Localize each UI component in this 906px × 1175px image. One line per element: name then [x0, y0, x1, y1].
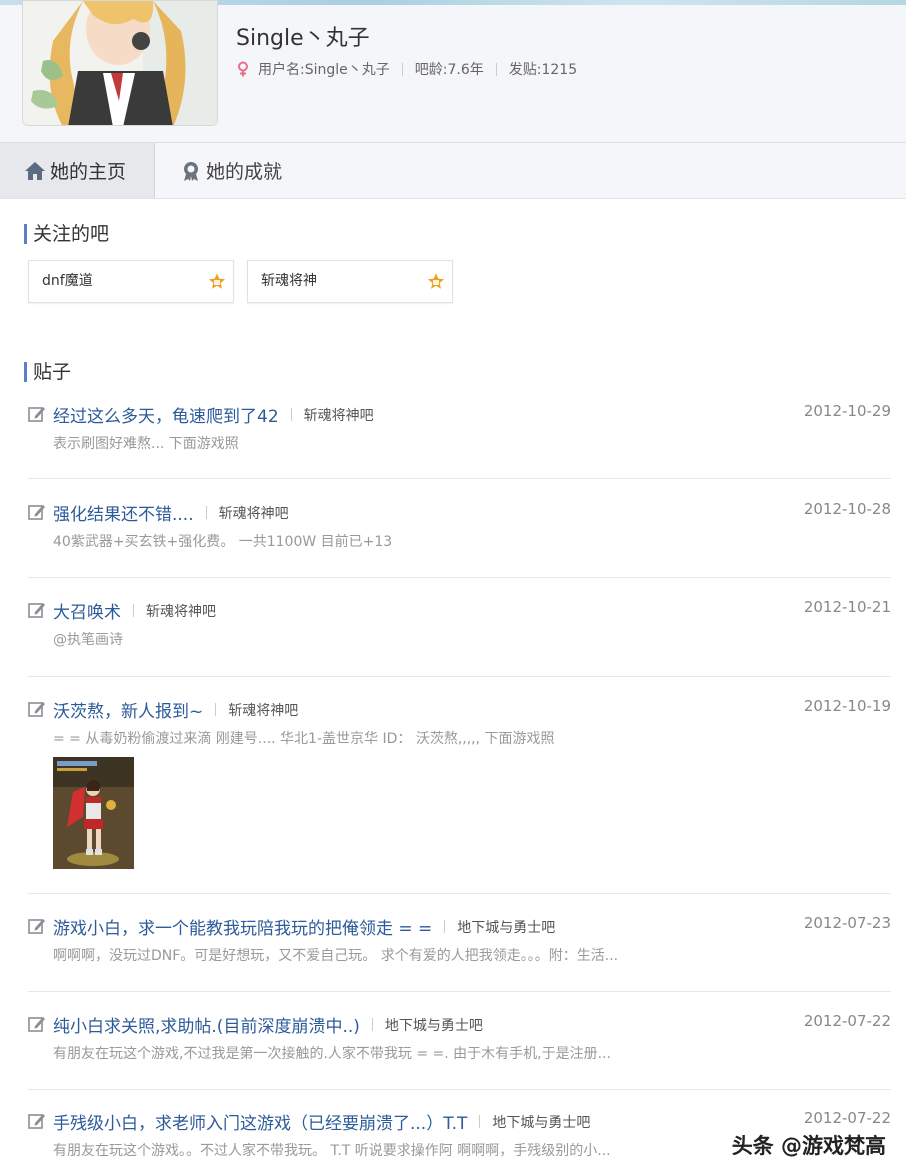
post-item: 游戏小白，求一个能教我玩陪我玩的把俺领走 = = 地下城与勇士吧 2012-07… [28, 914, 891, 992]
title-divider [444, 920, 446, 933]
title-divider [205, 506, 207, 519]
post-title-link[interactable]: 经过这么多天，龟速爬到了42 [53, 402, 279, 427]
post-count-label: 发贴:1215 [508, 62, 578, 78]
level-badge-icon [428, 273, 444, 289]
followed-bar-name: dnf魔道 [42, 273, 93, 289]
post-item: 大召唤术 斩魂将神吧 2012-10-21 @执笔画诗 [28, 598, 891, 677]
post-date: 2012-10-28 [803, 500, 891, 518]
post-date: 2012-07-23 [803, 914, 891, 932]
title-divider [290, 408, 292, 421]
post-forum-link[interactable]: 地下城与勇士吧 [385, 1015, 483, 1035]
followed-bar-card[interactable]: 斩魂将神 [247, 260, 453, 303]
post-excerpt: 表示刷图好难熬... 下面游戏照 [53, 436, 239, 452]
post-title-link[interactable]: 纯小白求关照,求助帖.(目前深度崩溃中..) [53, 1012, 360, 1037]
post-excerpt: = = 从毒奶粉偷渡过来滴 刚建号.... 华北1-盖世京华 ID： 沃茨熬,,… [53, 731, 555, 747]
post-item: 纯小白求关照,求助帖.(目前深度崩溃中..) 地下城与勇士吧 2012-07-2… [28, 1012, 891, 1090]
post-excerpt: 有朋友在玩这个游戏。。不过人家不带我玩。 T.T 听说要求操作阿 啊啊啊，手残级… [53, 1143, 611, 1159]
post-forum-link[interactable]: 地下城与勇士吧 [457, 917, 555, 937]
post-excerpt: @执笔画诗 [53, 632, 123, 648]
post-excerpt: 啊啊啊，没玩过DNF。可是好想玩，又不爱自己玩。 求个有爱的人把我领走。。。附：… [53, 948, 619, 964]
post-excerpt: 40紫武器+买玄铁+强化费。 一共1100W 目前已+13 [53, 534, 393, 550]
edit-icon [28, 1114, 45, 1129]
meta-divider [401, 62, 403, 76]
game-screenshot-image [53, 757, 134, 869]
post-title-link[interactable]: 沃茨熬，新人报到~ [53, 697, 203, 722]
post-title-link[interactable]: 游戏小白，求一个能教我玩陪我玩的把俺领走 = = [53, 914, 432, 939]
avatar[interactable] [22, 0, 218, 126]
post-thumbnail[interactable] [53, 757, 134, 869]
post-forum-link[interactable]: 斩魂将神吧 [219, 503, 289, 523]
post-date: 2012-10-21 [803, 598, 891, 616]
tab-label: 她的主页 [50, 161, 127, 183]
post-date: 2012-10-29 [803, 402, 891, 420]
title-divider [133, 604, 134, 617]
level-badge-icon [209, 273, 225, 289]
post-title-link[interactable]: 强化结果还不错.... [53, 500, 194, 525]
post-forum-link[interactable]: 斩魂将神吧 [146, 601, 216, 621]
edit-icon [28, 407, 45, 422]
post-date: 2012-07-22 [803, 1012, 891, 1030]
title-divider [371, 1018, 373, 1031]
female-icon [238, 61, 248, 77]
profile-tabs: 她的主页 她的成就 [0, 143, 906, 199]
tab-her-achievements[interactable]: 她的成就 [180, 143, 282, 198]
tab-label: 她的成就 [206, 161, 283, 183]
home-icon [25, 161, 45, 180]
edit-icon [28, 919, 45, 934]
avatar-image [23, 1, 217, 125]
username-label: 用户名:Single丶丸子 [258, 62, 390, 78]
bar-age-label: 吧龄:7.6年 [414, 62, 484, 78]
post-forum-link[interactable]: 斩魂将神吧 [304, 405, 374, 425]
post-forum-link[interactable]: 斩魂将神吧 [228, 700, 298, 720]
post-item: 经过这么多天，龟速爬到了42 斩魂将神吧 2012-10-29 表示刷图好难熬.… [28, 402, 891, 479]
post-forum-link[interactable]: 地下城与勇士吧 [492, 1112, 590, 1132]
watermark-text: 头条 @游戏梵高 [731, 1134, 886, 1158]
post-date: 2012-07-22 [803, 1109, 891, 1127]
profile-name: Single丶丸子 [236, 26, 370, 51]
post-title-link[interactable]: 手残级小白，求老师入门这游戏（已经要崩溃了...）T.T [53, 1109, 467, 1134]
post-excerpt: 有朋友在玩这个游戏,不过我是第一次接触的.人家不带我玩 = =. 由于木有手机,… [53, 1046, 611, 1062]
tab-her-home[interactable]: 她的主页 [0, 143, 155, 198]
followed-bar-name: 斩魂将神 [261, 273, 317, 289]
profile-header: Single丶丸子 用户名:Single丶丸子 吧龄:7.6年 发贴:1215 [0, 0, 906, 143]
medal-icon [184, 161, 198, 181]
post-date: 2012-10-19 [803, 697, 891, 715]
posts-section-title: 贴子 [24, 362, 71, 382]
edit-icon [28, 702, 45, 717]
profile-meta: 用户名:Single丶丸子 吧龄:7.6年 发贴:1215 [236, 59, 577, 79]
followed-bar-card[interactable]: dnf魔道 [28, 260, 234, 303]
post-item: 强化结果还不错.... 斩魂将神吧 2012-10-28 40紫武器+买玄铁+强… [28, 500, 891, 578]
meta-divider [495, 62, 497, 76]
post-title-link[interactable]: 大召唤术 [53, 598, 121, 623]
edit-icon [28, 603, 45, 618]
followed-bars-title: 关注的吧 [24, 224, 109, 244]
post-item: 沃茨熬，新人报到~ 斩魂将神吧 2012-10-19 = = 从毒奶粉偷渡过来滴… [28, 697, 891, 894]
title-divider [215, 703, 217, 716]
edit-icon [28, 1017, 45, 1032]
title-divider [479, 1115, 481, 1128]
edit-icon [28, 505, 45, 520]
